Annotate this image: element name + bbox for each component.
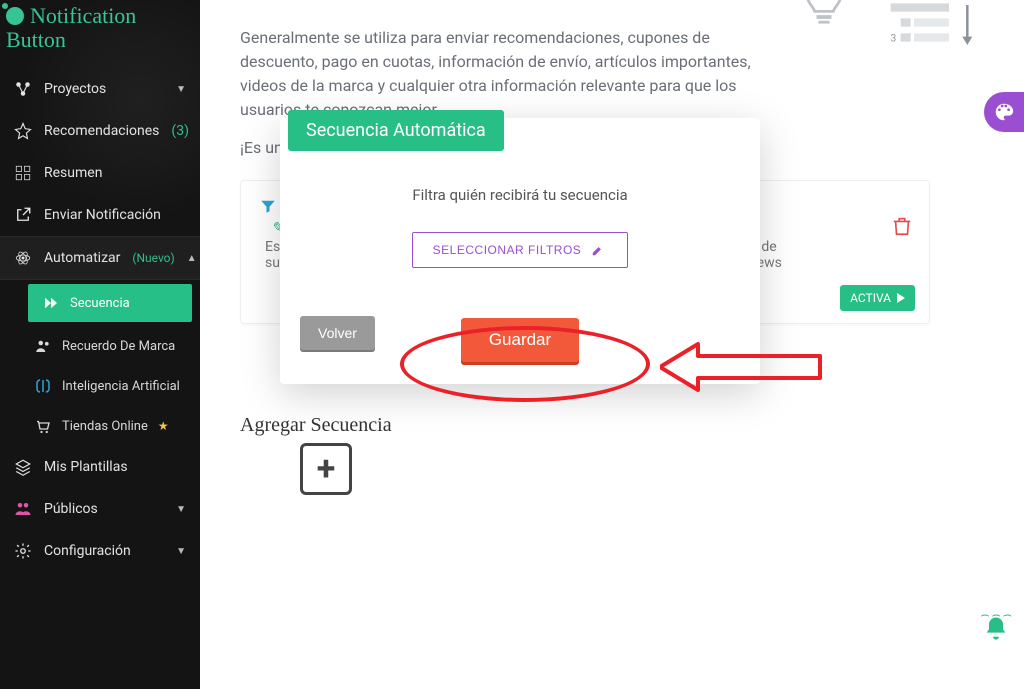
flow-diagram-icon: 3 bbox=[884, 0, 984, 70]
sidebar-nav: Proyectos ▼ Recomendaciones (3) Resumen … bbox=[0, 68, 200, 572]
sub-item-label: Secuencia bbox=[70, 296, 130, 311]
sidebar-item-automatizar[interactable]: Automatizar (Nuevo) ▲ bbox=[0, 236, 200, 280]
lightbulb-icon bbox=[794, 0, 854, 32]
chevron-down-icon: ▼ bbox=[176, 84, 186, 95]
automatizar-subnav: Secuencia Recuerdo De Marca Inteligencia… bbox=[0, 284, 200, 446]
recommendations-count: (3) bbox=[171, 123, 189, 139]
sub-item-label: Inteligencia Artificial bbox=[62, 379, 180, 394]
brand-logo: Notification Button bbox=[0, 0, 200, 56]
new-badge: (Nuevo) bbox=[132, 251, 174, 265]
sidebar-item-label: Públicos bbox=[44, 501, 98, 517]
sidebar-item-label: Enviar Notificación bbox=[44, 207, 161, 223]
star-badge-icon: ★ bbox=[158, 419, 169, 433]
share-icon bbox=[14, 206, 32, 224]
projects-icon bbox=[14, 80, 32, 98]
grid-icon bbox=[14, 164, 32, 182]
play-icon bbox=[897, 293, 905, 303]
sidebar-item-label: Configuración bbox=[44, 543, 131, 559]
atom-icon bbox=[14, 249, 32, 267]
logo-icon bbox=[6, 7, 24, 25]
sidebar: Notification Button Proyectos ▼ Recomend… bbox=[0, 0, 200, 689]
sub-item-tiendas[interactable]: Tiendas Online ★ bbox=[16, 406, 200, 446]
brand-line2: Button bbox=[6, 28, 190, 52]
sidebar-item-enviar[interactable]: Enviar Notificación bbox=[0, 194, 200, 236]
sidebar-item-label: Resumen bbox=[44, 165, 102, 181]
select-filters-label: SELECCIONAR FILTROS bbox=[433, 243, 582, 257]
trash-icon[interactable] bbox=[891, 215, 913, 237]
modal-title: Secuencia Automática bbox=[288, 110, 504, 151]
fast-forward-icon bbox=[42, 294, 60, 312]
modal-prompt: Filtra quién recibirá tu secuencia bbox=[304, 186, 736, 204]
notification-bell-button[interactable] bbox=[982, 614, 1010, 649]
sidebar-item-resumen[interactable]: Resumen bbox=[0, 152, 200, 194]
badge-label: ACTIVA bbox=[850, 291, 891, 305]
filter-icon bbox=[259, 197, 277, 215]
pencil-icon bbox=[589, 243, 607, 257]
chevron-up-icon: ▲ bbox=[187, 253, 197, 264]
sub-item-secuencia[interactable]: Secuencia bbox=[28, 284, 192, 322]
chevron-down-icon: ▼ bbox=[176, 546, 186, 557]
sub-item-recuerdo[interactable]: Recuerdo De Marca bbox=[16, 326, 200, 366]
sidebar-item-label: Mis Plantillas bbox=[44, 459, 128, 475]
add-sequence-button[interactable]: + bbox=[300, 443, 352, 495]
chevron-down-icon: ▼ bbox=[176, 504, 186, 515]
add-sequence-label: Agregar Secuencia bbox=[240, 414, 994, 437]
gear-icon bbox=[14, 542, 32, 560]
brain-icon bbox=[34, 377, 52, 395]
sidebar-item-label: Automatizar bbox=[44, 250, 120, 266]
modal-back-button[interactable]: Volver bbox=[300, 316, 375, 350]
brand-line1: Notification bbox=[30, 4, 136, 28]
sidebar-item-proyectos[interactable]: Proyectos ▼ bbox=[0, 68, 200, 110]
sequence-modal: Secuencia Automática Filtra quién recibi… bbox=[280, 118, 760, 384]
sidebar-item-recomendaciones[interactable]: Recomendaciones (3) bbox=[0, 110, 200, 152]
sidebar-item-publicos[interactable]: Públicos ▼ bbox=[0, 488, 200, 530]
cart-icon bbox=[34, 417, 52, 435]
sub-item-ia[interactable]: Inteligencia Artificial bbox=[16, 366, 200, 406]
audience-icon bbox=[14, 500, 32, 518]
modal-save-button[interactable]: Guardar bbox=[461, 318, 579, 362]
theme-fab-button[interactable] bbox=[984, 92, 1024, 132]
sidebar-item-configuracion[interactable]: Configuración ▼ bbox=[0, 530, 200, 572]
select-filters-button[interactable]: SELECCIONAR FILTROS bbox=[412, 232, 629, 268]
sub-item-label: Recuerdo De Marca bbox=[62, 339, 175, 354]
sub-item-label: Tiendas Online bbox=[62, 419, 148, 434]
intro-paragraph-1: Generalmente se utiliza para enviar reco… bbox=[240, 26, 780, 122]
sidebar-item-label: Recomendaciones bbox=[44, 123, 159, 139]
people-icon bbox=[34, 337, 52, 355]
add-sequence-section: Agregar Secuencia + bbox=[240, 414, 994, 495]
sidebar-item-plantillas[interactable]: Mis Plantillas bbox=[0, 446, 200, 488]
sidebar-item-label: Proyectos bbox=[44, 81, 106, 97]
stack-icon bbox=[14, 458, 32, 476]
active-badge[interactable]: ACTIVA bbox=[840, 285, 915, 311]
star-icon bbox=[14, 122, 32, 140]
svg-text:3: 3 bbox=[891, 34, 897, 45]
